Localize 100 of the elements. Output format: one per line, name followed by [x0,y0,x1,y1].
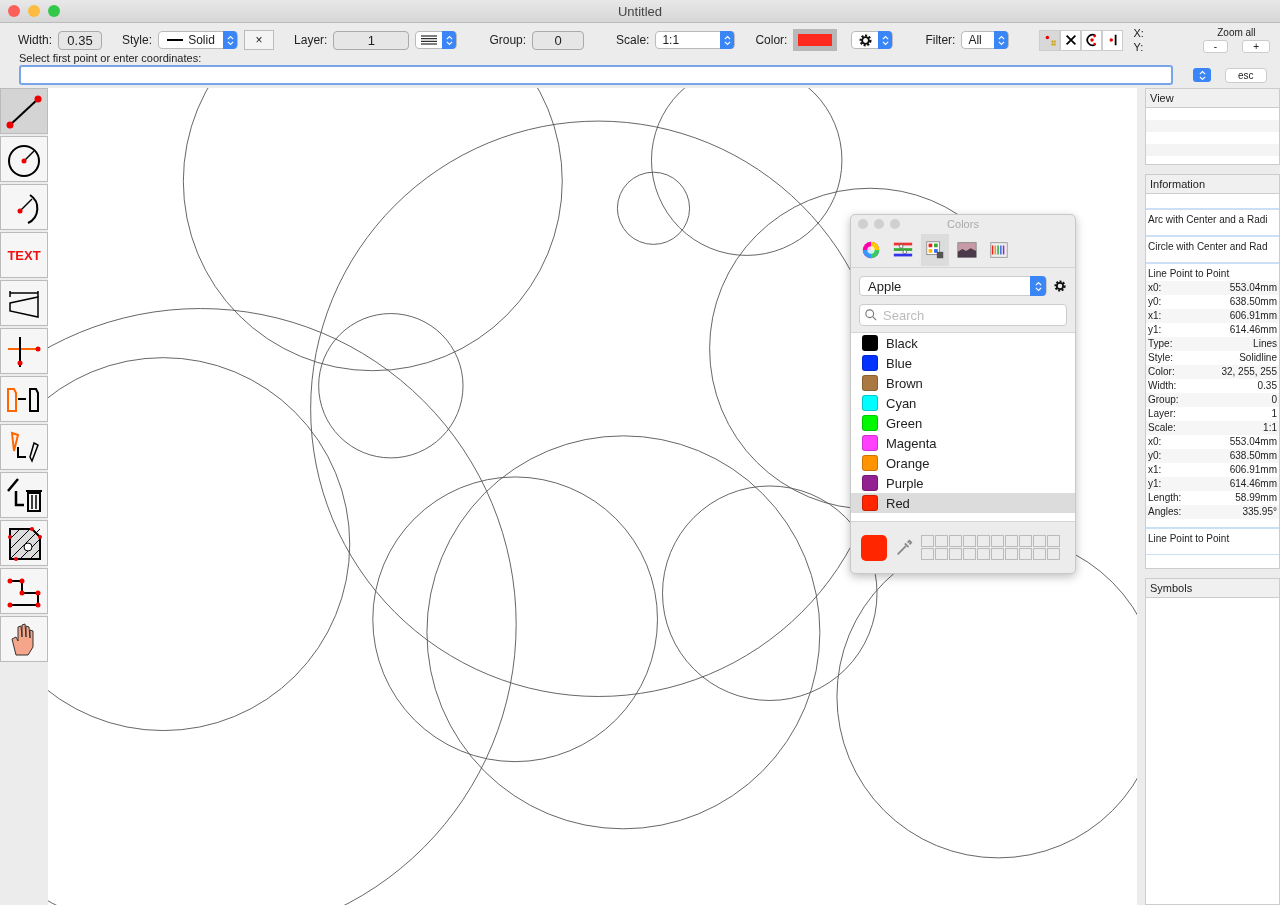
info-value: Solidline [1239,351,1277,365]
color-slot[interactable] [935,535,948,547]
tool-button[interactable] [0,136,48,182]
palette-dropdown[interactable]: Apple [859,276,1047,296]
color-slot[interactable] [963,535,976,547]
scale-label: Scale: [616,33,650,47]
color-slot[interactable] [1033,535,1046,547]
color-slot[interactable] [921,548,934,560]
tool-button[interactable] [0,424,48,470]
info-label: Type: [1148,337,1173,351]
color-slot[interactable] [977,548,990,560]
close-button[interactable] [8,5,20,17]
color-slot[interactable] [977,535,990,547]
color-slot[interactable] [1005,548,1018,560]
snap-button[interactable] [1102,29,1124,51]
tool-button[interactable]: TEXT [0,232,48,278]
zoom-button[interactable] [48,5,60,17]
color-list-item[interactable]: Purple [851,473,1075,493]
history-dropdown[interactable] [1193,68,1211,82]
color-list-item[interactable]: Magenta [851,433,1075,453]
color-well[interactable] [793,29,838,51]
lines-icon [421,35,438,45]
snap-button[interactable] [1081,29,1103,51]
color-slot[interactable] [949,548,962,560]
group-field[interactable]: 0 [532,30,585,50]
color-slot[interactable] [1033,548,1046,560]
width-label: Width: [18,33,52,47]
info-label: Angles: [1148,505,1182,519]
zoom-in-button[interactable]: + [1242,40,1270,53]
snap-button[interactable] [1060,29,1082,51]
minimize-button[interactable] [28,5,40,17]
color-mode-tab[interactable] [921,234,949,266]
color-list-item[interactable]: Cyan [851,393,1075,413]
color-slot[interactable] [1005,535,1018,547]
color-slot[interactable] [1047,535,1060,547]
scale-dropdown[interactable]: 1:1 [655,31,736,49]
info-value: 0.35 [1257,379,1277,393]
close-button[interactable] [858,219,868,229]
settings-icon[interactable] [1053,279,1067,293]
color-list-item[interactable]: Green [851,413,1075,433]
color-list-item[interactable]: Black [851,333,1075,353]
stepper-icon [723,34,731,46]
filter-label: Filter: [925,33,956,47]
y-label: Y: [1133,40,1144,54]
panel-header: Information [1145,174,1280,194]
command-field[interactable] [19,65,1173,85]
color-slot[interactable] [949,535,962,547]
settings-dropdown[interactable] [851,31,894,49]
tool-button[interactable] [0,328,48,374]
tool-button[interactable] [0,88,48,134]
info-label: Scale: [1148,421,1176,435]
color-list-item[interactable]: Brown [851,373,1075,393]
color-slot[interactable] [991,548,1004,560]
group-label: Group: [489,33,527,47]
settings-icon [857,32,873,48]
color-list-item[interactable]: Blue [851,353,1075,373]
info-value: Lines [1253,337,1277,351]
color-slot[interactable] [991,535,1004,547]
layer-dropdown[interactable] [415,31,458,49]
stepper-icon [445,34,453,46]
info-label: x1: [1148,309,1162,323]
color-slot[interactable] [963,548,976,560]
color-slot[interactable] [1019,548,1032,560]
current-color-well[interactable] [861,534,887,561]
zoom-out-button[interactable]: - [1202,40,1229,53]
tool-button[interactable] [0,616,48,662]
color-slot[interactable] [921,535,934,547]
tool-button[interactable] [0,520,48,566]
tool-button[interactable] [0,568,48,614]
color-slot[interactable] [1019,535,1032,547]
info-label: Length: [1148,491,1182,505]
info-value: 606.91mm [1229,309,1277,323]
color-slot[interactable] [935,548,948,560]
esc-button[interactable]: esc [1225,67,1267,83]
color-list-item[interactable]: Red [851,493,1075,513]
tool-button[interactable] [0,184,48,230]
info-label: Color: [1148,365,1175,379]
eyedropper-icon[interactable] [895,538,913,557]
info-title: Circle with Center and Rad [1146,236,1279,254]
filter-dropdown[interactable]: All [961,31,1010,49]
color-slot[interactable] [1047,548,1060,560]
zoom-all-button[interactable]: Zoom all [1207,27,1266,38]
tool-button[interactable] [0,280,48,326]
color-wheel-icon [860,239,882,261]
layer-field[interactable]: 1 [333,30,410,50]
info-label: y1: [1148,323,1162,337]
zoom-button[interactable] [890,219,900,229]
pencils-icon [988,239,1010,261]
window-title: Untitled [617,3,663,19]
info-label: x0: [1148,281,1162,295]
info-value: 553.04mm [1229,281,1277,295]
style-dropdown[interactable]: Solid [158,31,239,49]
width-field[interactable]: 0.35 [58,30,102,50]
tool-button[interactable] [0,376,48,422]
minimize-button[interactable] [874,219,884,229]
search-field[interactable]: Search [859,304,1067,326]
color-list-item[interactable]: Orange [851,453,1075,473]
info-label: y1: [1148,477,1162,491]
tool-button[interactable] [0,472,48,518]
clear-style-button[interactable]: × [244,30,275,50]
